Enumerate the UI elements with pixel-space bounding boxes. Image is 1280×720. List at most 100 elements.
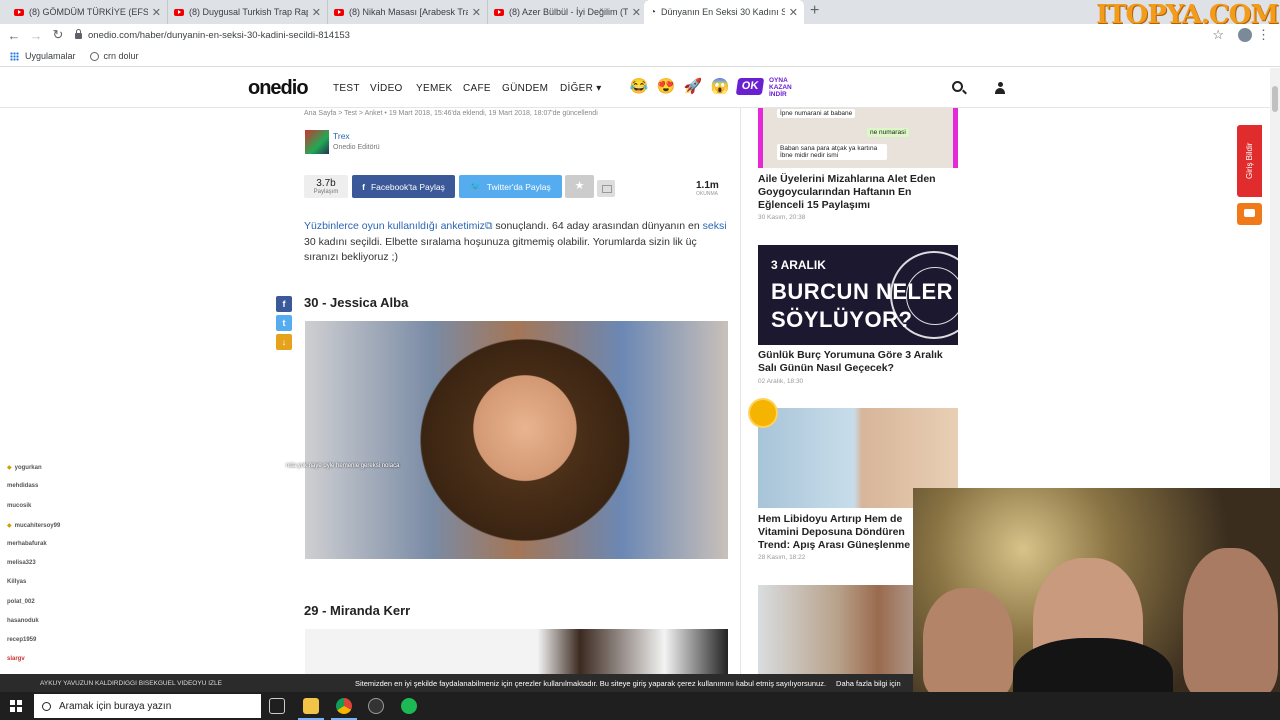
- apps-grid-icon: [10, 51, 19, 61]
- view-count: 1.1m OKUNMA: [696, 180, 719, 197]
- close-icon[interactable]: ✕: [632, 6, 641, 19]
- rocket-emoji-icon[interactable]: 🚀: [683, 77, 703, 97]
- spotify-icon[interactable]: [401, 698, 417, 714]
- nav-gundem[interactable]: GÜNDEM: [502, 83, 548, 94]
- sidebar-card-date: 02 Aralık, 18:30: [758, 378, 804, 385]
- menu-kebab-icon[interactable]: ⋮: [1257, 27, 1270, 43]
- side-save-share[interactable]: ↓: [276, 334, 292, 350]
- bookmark-star-icon[interactable]: ☆: [1212, 27, 1224, 43]
- scream-emoji-icon[interactable]: 😱: [710, 77, 730, 97]
- author-name[interactable]: Trex: [333, 131, 350, 141]
- stream-chat-line: slargv: [7, 656, 25, 662]
- task-view-icon[interactable]: [269, 698, 285, 714]
- windows-start-icon[interactable]: [10, 700, 22, 712]
- facebook-share-button[interactable]: f Facebook'ta Paylaş: [352, 175, 455, 198]
- search-icon: [42, 701, 51, 711]
- browser-tab[interactable]: (8) Nikah Masası [Arabesk Trap Beat✕: [328, 0, 488, 24]
- globe-icon: [89, 51, 99, 61]
- breadcrumb: Ana Sayfa > Test > Anket • 19 Mart 2018,…: [304, 110, 598, 117]
- sidebar-card-title[interactable]: Hem Libidoyu Artırıp Hem de Vitamini Dep…: [758, 513, 913, 552]
- twitter-share-button[interactable]: 🐦 Twitter'da Paylaş: [459, 175, 562, 198]
- sidebar-card-image[interactable]: 3 ARALIK BURCUN NELER SÖYLÜYOR?: [758, 245, 958, 345]
- obs-icon[interactable]: [368, 698, 384, 714]
- oyna-kazan-badge[interactable]: OYNA KAZAN İNDİR: [769, 77, 792, 98]
- address-bar[interactable]: onedio.com/haber/dunyanin-en-seksi-30-ka…: [75, 29, 350, 41]
- youtube-icon: [334, 8, 344, 16]
- file-explorer-icon[interactable]: [303, 698, 319, 714]
- user-icon[interactable]: [995, 82, 1005, 94]
- cookie-more-link[interactable]: Daha fazla bilgi için: [836, 679, 901, 688]
- laugh-emoji-icon[interactable]: 😂: [629, 77, 649, 97]
- item-photo[interactable]: [305, 321, 728, 559]
- nav-diger[interactable]: DİĞER ▾: [560, 83, 602, 94]
- nav-video[interactable]: VİDEO: [370, 83, 403, 94]
- nav-yemek[interactable]: YEMEK: [416, 83, 453, 94]
- chrome-icon[interactable]: [336, 698, 352, 714]
- star-icon: ★: [574, 180, 585, 192]
- site-logo[interactable]: onedio: [248, 77, 309, 100]
- item-title: 30 - Jessica Alba: [304, 295, 409, 310]
- favorite-button[interactable]: ★: [565, 175, 594, 198]
- survey-link[interactable]: Yüzbinlerce oyun kullanıldığı anketimiz: [304, 220, 485, 232]
- chat-icon[interactable]: [1237, 203, 1262, 225]
- browser-tab-strip: (8) GÖMDÜM TÜRKİYE (EFSANE✕ (8) Duygusal…: [0, 0, 1280, 30]
- column-divider: [740, 108, 741, 678]
- cookie-text: Sitemizden en iyi şekilde faydalanabilme…: [355, 678, 827, 688]
- badge-icon: ◆: [7, 465, 12, 471]
- streamer-figure: [923, 588, 1013, 692]
- lock-icon: [75, 29, 82, 39]
- nav-test[interactable]: TEST: [333, 83, 360, 94]
- browser-tab[interactable]: (8) Azer Bülbül - İyi Değilim (Tufa ✕: [488, 0, 648, 24]
- download-icon: ↓: [281, 337, 287, 347]
- new-tab-button[interactable]: +: [810, 2, 819, 20]
- search-icon[interactable]: [952, 81, 963, 92]
- sidebar-card-title[interactable]: Günlük Burç Yorumuna Göre 3 Aralık Salı …: [758, 349, 958, 375]
- url-text: onedio.com/haber/dunyanin-en-seksi-30-ka…: [88, 29, 350, 41]
- item-photo[interactable]: [305, 629, 728, 674]
- browser-tab[interactable]: (8) GÖMDÜM TÜRKİYE (EFSANE✕: [8, 0, 168, 24]
- close-icon[interactable]: ✕: [312, 6, 321, 19]
- sidebar-card-title[interactable]: Aile Üyelerini Mizahlarına Alet Eden Goy…: [758, 173, 958, 212]
- bookmark-apps[interactable]: Uygulamalar: [10, 51, 76, 61]
- close-icon[interactable]: ✕: [152, 6, 161, 19]
- article-intro: Yüzbinlerce oyun kullanıldığı anketimiz⧉…: [304, 220, 727, 263]
- close-icon[interactable]: ✕: [472, 6, 481, 19]
- sidebar-card-date: 30 Kasım, 20:38: [758, 214, 806, 221]
- site-header: onedio TEST VİDEO YEMEK CAFE GÜNDEM DİĞE…: [0, 68, 1270, 108]
- streamer-figure: [1183, 548, 1278, 692]
- browser-tab-active[interactable]: ◔ Dünyanın En Seksi 30 Kadını Seç ✕: [644, 0, 804, 24]
- back-icon[interactable]: ←: [3, 28, 25, 43]
- mail-share-button[interactable]: [597, 180, 615, 197]
- stream-chat-line: mucosik: [7, 503, 32, 509]
- webcam-overlay: [913, 488, 1280, 692]
- browser-toolbar: ← → ↻ onedio.com/haber/dunyanin-en-seksi…: [0, 24, 1280, 46]
- profile-avatar[interactable]: [1238, 28, 1252, 42]
- author-avatar[interactable]: [305, 130, 329, 154]
- close-icon[interactable]: ✕: [789, 6, 798, 19]
- giris-bildir-button[interactable]: Giriş Bildir: [1237, 125, 1262, 197]
- bookmark-item[interactable]: crn dolur: [89, 51, 139, 61]
- facebook-icon: f: [362, 181, 365, 192]
- share-count: 3.7b Paylaşım: [304, 175, 348, 198]
- scrollbar-thumb[interactable]: [1272, 86, 1278, 112]
- youtube-icon: [14, 8, 24, 16]
- streamer-figure: [1013, 638, 1173, 692]
- sidebar-card-image[interactable]: İpne numarani at babane ne numarasi Baba…: [758, 108, 958, 168]
- stream-ticker: AYKUY YAVUZUN KALDIRDIGGI BISEKGUEL VIDE…: [40, 679, 222, 687]
- heart-eyes-emoji-icon[interactable]: 😍: [656, 77, 676, 97]
- stream-chat-line: hasanoduk: [7, 618, 39, 624]
- stream-chat-line: Killyas: [7, 579, 27, 585]
- nav-cafe[interactable]: CAFE: [463, 83, 491, 94]
- browser-tab[interactable]: (8) Duygusal Turkish Trap Rap Be✕: [168, 0, 328, 24]
- side-facebook-share[interactable]: f: [276, 296, 292, 312]
- bookmarks-bar: Uygulamalar crn dolur: [0, 46, 1280, 67]
- forward-icon[interactable]: →: [25, 28, 47, 43]
- stream-chat-line: ◆ yogurkan: [7, 465, 42, 471]
- reload-icon[interactable]: ↻: [47, 27, 69, 43]
- ok-badge[interactable]: OK: [735, 78, 765, 95]
- seksi-link[interactable]: seksi: [703, 220, 727, 232]
- side-twitter-share[interactable]: t: [276, 315, 292, 331]
- caret-down-icon: ▾: [596, 83, 602, 94]
- taskbar-search-input[interactable]: Aramak için buraya yazın: [34, 694, 261, 718]
- stream-chat-line: recep1959: [7, 637, 37, 643]
